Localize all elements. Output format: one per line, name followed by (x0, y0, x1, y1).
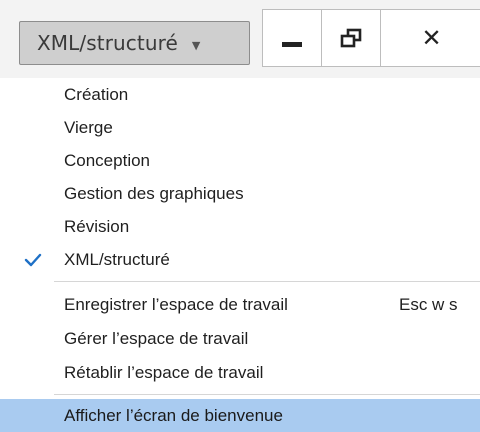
menu-item-label: Gestion des graphiques (64, 184, 244, 203)
menu-item-xml-structure[interactable]: XML/structuré (0, 243, 480, 277)
menu-item-enregistrer-espace[interactable]: Enregistrer l’espace de travail Esc w s (0, 288, 480, 322)
menu-item-label: Gérer l’espace de travail (64, 329, 249, 348)
menu-item-gestion-graphiques[interactable]: Gestion des graphiques (0, 177, 480, 211)
menu-item-label: Révision (64, 217, 130, 236)
menu-item-conception[interactable]: Conception (0, 144, 480, 178)
chevron-down-icon: ▼ (191, 38, 201, 52)
restore-icon (340, 28, 362, 48)
restore-button[interactable] (321, 9, 381, 67)
menu-separator (54, 394, 480, 395)
checkmark-icon (24, 253, 42, 267)
close-icon: ✕ (421, 24, 442, 52)
menu-item-shortcut: Esc w s (399, 295, 458, 314)
menu-item-label: Vierge (64, 118, 113, 137)
menu-separator (54, 281, 480, 282)
menu-item-revision[interactable]: Révision (0, 210, 480, 244)
menu-item-label: Enregistrer l’espace de travail (64, 295, 288, 314)
toolbar: XML/structuré ▼ ✕ (0, 0, 480, 78)
workspace-selector[interactable]: XML/structuré ▼ (19, 21, 250, 65)
menu-item-label: XML/structuré (64, 250, 170, 269)
workspace-menu-screen: XML/structuré ▼ ✕ Création Vierge Concep… (0, 0, 480, 432)
menu-item-label: Conception (64, 151, 151, 170)
minimize-icon (282, 41, 302, 47)
workspace-dropdown-menu: Création Vierge Conception Gestion des g… (0, 78, 480, 432)
menu-item-vierge[interactable]: Vierge (0, 111, 480, 145)
minimize-button[interactable] (262, 9, 322, 67)
workspace-selector-label: XML/structuré (37, 31, 178, 55)
menu-item-label: Afficher l’écran de bienvenue (64, 406, 283, 425)
menu-item-label: Création (64, 85, 129, 104)
menu-item-label: Rétablir l’espace de travail (64, 363, 264, 382)
menu-item-creation[interactable]: Création (0, 78, 480, 112)
menu-item-retablir-espace[interactable]: Rétablir l’espace de travail (0, 356, 480, 390)
close-button[interactable]: ✕ (380, 9, 480, 67)
menu-item-afficher-bienvenue[interactable]: Afficher l’écran de bienvenue (0, 399, 480, 432)
menu-item-gerer-espace[interactable]: Gérer l’espace de travail (0, 322, 480, 356)
